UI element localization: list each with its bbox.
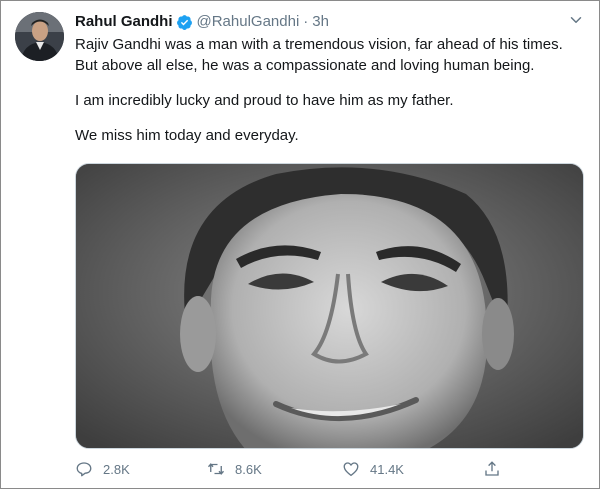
tweet-paragraph: I am incredibly lucky and proud to have …	[75, 92, 454, 109]
verified-badge-icon	[176, 14, 192, 30]
tweet-timestamp[interactable]: 3h	[312, 12, 329, 32]
author-name[interactable]: Rahul Gandhi	[75, 12, 173, 32]
tweet-card: Rahul Gandhi @RahulGandhi · 3h Rajiv Gan…	[0, 0, 600, 489]
reply-button[interactable]: 2.8K	[75, 457, 130, 481]
share-button[interactable]	[483, 457, 511, 481]
chevron-down-icon[interactable]	[567, 11, 585, 29]
tweet-paragraph: Rajiv Gandhi was a man with a tremendous…	[75, 36, 563, 74]
retweet-button[interactable]: 8.6K	[207, 457, 262, 481]
avatar[interactable]	[15, 12, 64, 61]
tweet-actions: 2.8K 8.6K 41.4K	[75, 457, 515, 481]
retweet-count: 8.6K	[235, 461, 262, 477]
tweet-paragraph: We miss him today and everyday.	[75, 127, 299, 144]
portrait-photo	[76, 164, 583, 448]
like-count: 41.4K	[370, 461, 404, 477]
author-handle[interactable]: @RahulGandhi	[197, 12, 300, 32]
header-separator: ·	[303, 13, 309, 30]
reply-icon	[76, 462, 92, 477]
tweet-photo[interactable]	[75, 163, 584, 449]
avatar-image	[15, 12, 64, 61]
reply-count: 2.8K	[103, 461, 130, 477]
share-icon	[485, 461, 499, 476]
heart-icon	[343, 462, 359, 477]
tweet-text: Rajiv Gandhi was a man with a tremendous…	[75, 34, 587, 160]
tweet-header: Rahul Gandhi @RahulGandhi · 3h	[75, 12, 329, 32]
retweet-icon	[207, 463, 225, 475]
like-button[interactable]: 41.4K	[342, 457, 404, 481]
